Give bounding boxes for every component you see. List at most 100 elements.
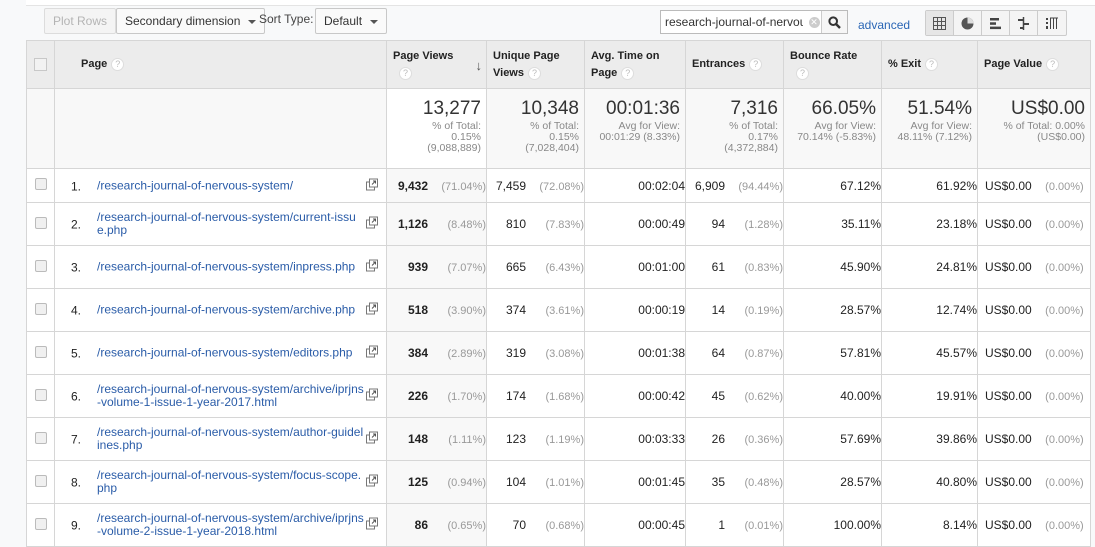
help-icon[interactable]: ? bbox=[749, 57, 763, 71]
exit-value: 8.14% bbox=[942, 518, 977, 532]
help-icon[interactable]: ? bbox=[111, 57, 125, 71]
page-link[interactable]: /research-journal-of-nervous-system/inpr… bbox=[97, 260, 364, 274]
col-entrances[interactable]: Entrances? bbox=[685, 40, 784, 89]
row-checkbox[interactable] bbox=[34, 388, 47, 401]
row-checkbox[interactable] bbox=[34, 474, 47, 487]
help-icon[interactable]: ? bbox=[399, 66, 412, 80]
page-views-cell: 384 (2.89%) bbox=[386, 331, 487, 375]
page-link[interactable]: /research-journal-of-nervous-system/auth… bbox=[97, 426, 364, 452]
col-avg-time-on-page[interactable]: Avg. Time on Page? bbox=[584, 40, 686, 89]
row-checkbox[interactable] bbox=[34, 345, 47, 358]
pivot-view-button[interactable] bbox=[1038, 11, 1066, 35]
table-row: 5. /research-journal-of-nervous-system/e… bbox=[26, 331, 1091, 375]
avg-time-value: 00:00:49 bbox=[638, 217, 685, 231]
table-row: 4. /research-journal-of-nervous-system/a… bbox=[26, 288, 1091, 332]
row-select-cell bbox=[26, 417, 55, 461]
open-page-button[interactable] bbox=[366, 388, 378, 404]
page-value-percent: (0.00%) bbox=[1045, 305, 1084, 317]
bounce-rate-cell: 57.81% bbox=[783, 331, 882, 375]
unique-page-views-value: 123 bbox=[505, 432, 526, 446]
entrances-percent: (0.83%) bbox=[744, 262, 783, 274]
row-checkbox[interactable] bbox=[34, 259, 47, 272]
row-select-cell bbox=[26, 503, 55, 547]
exit-value: 39.86% bbox=[936, 432, 977, 446]
row-checkbox[interactable] bbox=[34, 431, 47, 444]
col-page[interactable]: Page? bbox=[54, 40, 387, 89]
col-unique-page-views[interactable]: Unique Page Views? bbox=[486, 40, 585, 89]
entrances-percent: (0.19%) bbox=[744, 305, 783, 317]
col-page-views[interactable]: Page Views? ↓ bbox=[386, 40, 487, 89]
plot-rows-button[interactable]: Plot Rows bbox=[44, 8, 117, 34]
open-page-button[interactable] bbox=[366, 302, 378, 318]
sort-type-dropdown[interactable]: Default bbox=[315, 8, 388, 34]
open-page-button[interactable] bbox=[366, 474, 378, 490]
external-link-icon bbox=[366, 259, 378, 272]
page-views-value: 384 bbox=[407, 346, 428, 360]
row-checkbox[interactable] bbox=[34, 216, 47, 229]
row-checkbox[interactable] bbox=[34, 178, 47, 190]
page-link[interactable]: /research-journal-of-nervous-system/edit… bbox=[97, 346, 364, 360]
performance-view-button[interactable] bbox=[982, 11, 1010, 35]
page-link[interactable]: /research-journal-of-nervous-system/curr… bbox=[97, 211, 364, 237]
summary-value: US$0.00 bbox=[1011, 98, 1085, 119]
open-page-button[interactable] bbox=[366, 517, 378, 533]
page-views-percent: (8.48%) bbox=[447, 219, 486, 231]
page-views-value: 9,432 bbox=[397, 178, 428, 193]
clear-filter-button[interactable]: ✕ bbox=[807, 11, 821, 33]
table-view-button[interactable] bbox=[926, 11, 954, 35]
col-exit[interactable]: % Exit? bbox=[881, 40, 978, 89]
col-bounce-rate[interactable]: Bounce Rate? bbox=[783, 40, 882, 89]
page-cell: 1. /research-journal-of-nervous-system/ bbox=[54, 168, 387, 203]
row-select-cell bbox=[26, 288, 55, 332]
exit-cell: 39.86% bbox=[881, 417, 978, 461]
sort-descending-icon[interactable]: ↓ bbox=[476, 57, 483, 74]
unique-page-views-cell: 810 (7.83%) bbox=[486, 202, 585, 246]
table-row: 2. /research-journal-of-nervous-system/c… bbox=[26, 202, 1091, 246]
select-all-checkbox[interactable] bbox=[34, 57, 47, 71]
open-page-button[interactable] bbox=[366, 178, 378, 193]
page-link[interactable]: /research-journal-of-nervous-system/arch… bbox=[97, 512, 364, 538]
pie-view-button[interactable] bbox=[954, 11, 982, 35]
help-icon[interactable]: ? bbox=[796, 66, 809, 80]
help-icon[interactable]: ? bbox=[621, 66, 635, 80]
entrances-cell: 94 (1.28%) bbox=[685, 202, 784, 246]
page-link[interactable]: /research-journal-of-nervous-system/focu… bbox=[97, 469, 364, 495]
row-select-cell bbox=[26, 331, 55, 375]
secondary-dimension-dropdown[interactable]: Secondary dimension bbox=[116, 8, 266, 34]
avg-time-value: 00:00:42 bbox=[638, 389, 685, 403]
help-icon[interactable]: ? bbox=[925, 57, 939, 71]
page-views-cell: 1,126 (8.48%) bbox=[386, 202, 487, 246]
help-icon[interactable]: ? bbox=[528, 66, 541, 80]
page-link[interactable]: /research-journal-of-nervous-system/arch… bbox=[97, 383, 364, 409]
sort-type-value: Default bbox=[324, 14, 363, 28]
open-page-button[interactable] bbox=[366, 431, 378, 447]
table-row: 1. /research-journal-of-nervous-system/ … bbox=[26, 168, 1091, 203]
page-link[interactable]: /research-journal-of-nervous-system/ bbox=[97, 179, 364, 192]
row-select-cell bbox=[26, 202, 55, 246]
unique-page-views-value: 665 bbox=[505, 260, 526, 274]
row-checkbox[interactable] bbox=[34, 302, 47, 315]
open-page-button[interactable] bbox=[366, 216, 378, 232]
row-checkbox[interactable] bbox=[34, 517, 47, 530]
col-page-value[interactable]: Page Value? bbox=[977, 40, 1091, 89]
page-views-value: 1,126 bbox=[397, 217, 428, 231]
open-page-button[interactable] bbox=[366, 259, 378, 275]
table-filter: ✕ bbox=[660, 10, 848, 34]
comparison-view-button[interactable] bbox=[1010, 11, 1038, 35]
page-views-percent: (1.70%) bbox=[447, 391, 486, 403]
help-icon[interactable]: ? bbox=[1046, 57, 1060, 71]
external-link-icon bbox=[366, 178, 378, 190]
open-page-button[interactable] bbox=[366, 345, 378, 361]
filter-input[interactable] bbox=[661, 11, 807, 33]
external-link-icon bbox=[366, 216, 378, 229]
row-index: 4. bbox=[71, 303, 82, 318]
page-link[interactable]: /research-journal-of-nervous-system/arch… bbox=[97, 303, 364, 317]
search-button[interactable] bbox=[821, 11, 847, 33]
page-cell: 7. /research-journal-of-nervous-system/a… bbox=[54, 417, 387, 461]
entrances-cell: 64 (0.87%) bbox=[685, 331, 784, 375]
summary-caption: 48.11% (7.12%) bbox=[897, 131, 972, 143]
summary-page-value: US$0.00% of Total: 0.00% (US$0.00) bbox=[977, 88, 1091, 169]
advanced-filter-link[interactable]: advanced bbox=[858, 12, 910, 38]
entrances-cell: 61 (0.83%) bbox=[685, 245, 784, 289]
summary-value: 13,277 bbox=[422, 98, 481, 119]
